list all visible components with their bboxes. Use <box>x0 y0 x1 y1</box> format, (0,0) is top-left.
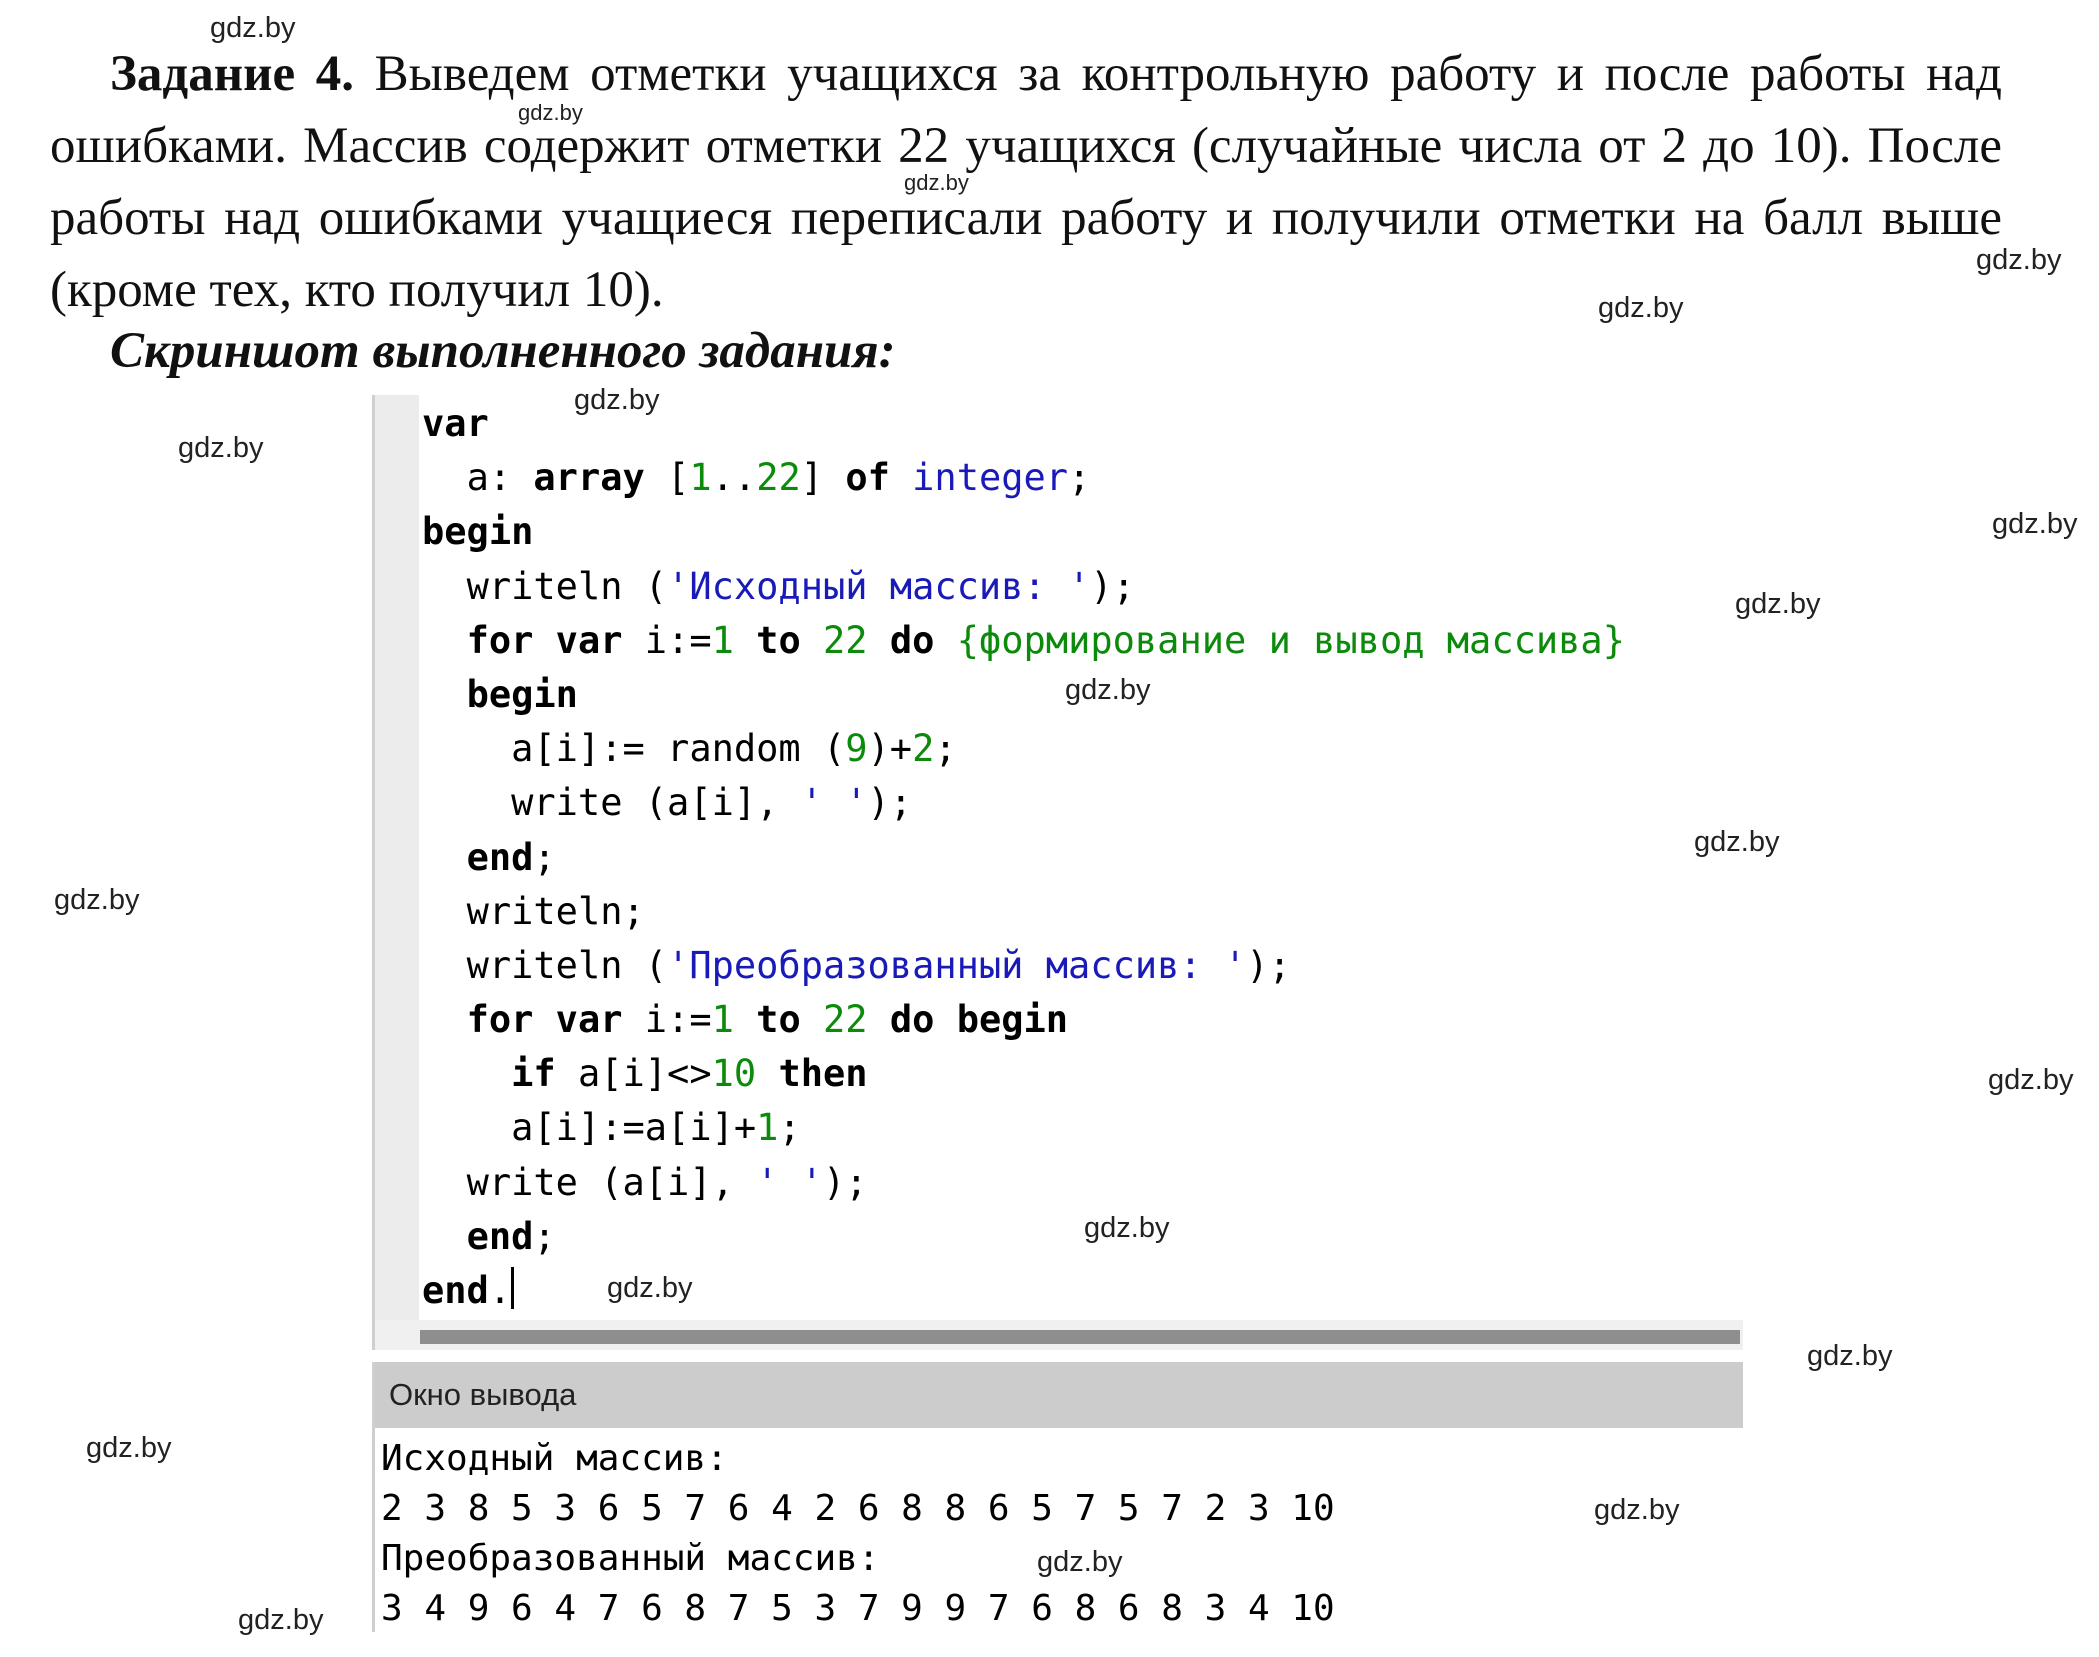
watermark: gdz.by <box>1594 1494 1680 1526</box>
code-line-3: begin <box>422 510 534 554</box>
output-line-3: Преобразованный массив: <box>381 1538 880 1579</box>
output-line-2: 2 3 8 5 3 6 5 7 6 4 2 6 8 8 6 5 7 5 7 2 … <box>381 1488 1335 1529</box>
code-line-17: end. <box>422 1264 1625 1318</box>
code-text[interactable]: var a: array [1..22] of integer; begin wr… <box>422 397 1625 1318</box>
output-window-header: Окно вывода <box>375 1362 1743 1428</box>
code-line-11: writeln ('Преобразованный массив: '); <box>466 943 1291 987</box>
watermark: gdz.by <box>238 1604 324 1636</box>
watermark: gdz.by <box>1988 1064 2074 1096</box>
watermark: gdz.by <box>178 432 264 464</box>
watermark: gdz.by <box>1037 1546 1123 1578</box>
watermark: gdz.by <box>1084 1212 1170 1244</box>
watermark: gdz.by <box>1598 292 1684 324</box>
code-line-10: writeln; <box>466 889 645 933</box>
code-line-12: for var i:=1 to 22 do begin <box>466 998 1069 1042</box>
code-line-9: end; <box>466 835 556 879</box>
watermark: gdz.by <box>607 1272 693 1304</box>
watermark: gdz.by <box>1807 1340 1893 1372</box>
code-line-6: begin <box>466 672 578 716</box>
output-line-4: 3 4 9 6 4 7 6 8 7 5 3 7 9 9 7 6 8 6 8 3 … <box>381 1588 1335 1629</box>
watermark: gdz.by <box>1976 244 2062 276</box>
watermark: gdz.by <box>518 100 583 125</box>
code-line-16: end; <box>466 1214 556 1258</box>
watermark: gdz.by <box>86 1432 172 1464</box>
watermark: gdz.by <box>904 170 969 195</box>
editor-gutter <box>372 395 419 1320</box>
code-line-4: writeln ('Исходный массив: '); <box>466 564 1135 608</box>
output-window: Окно вывода Исходный массив: 2 3 8 5 3 6… <box>372 1362 1743 1632</box>
task-paragraph: Задание 4. Выведем отметки учащихся за к… <box>50 38 2002 326</box>
watermark: gdz.by <box>1992 508 2078 540</box>
watermark: gdz.by <box>210 12 296 44</box>
watermark: gdz.by <box>1694 826 1780 858</box>
text-cursor <box>511 1267 515 1309</box>
watermark: gdz.by <box>54 884 140 916</box>
code-line-14: a[i]:=a[i]+1; <box>511 1106 801 1150</box>
output-window-title: Окно вывода <box>389 1377 577 1412</box>
watermark: gdz.by <box>1065 674 1151 706</box>
code-line-5: for var i:=1 to 22 do {формирование и вы… <box>466 618 1625 662</box>
code-line-7: a[i]:= random (9)+2; <box>511 727 957 771</box>
code-line-13: if a[i]<>10 then <box>511 1052 868 1096</box>
code-line-8: write (a[i], ' '); <box>511 781 913 825</box>
task-number: Задание 4. <box>110 46 354 102</box>
watermark: gdz.by <box>1735 588 1821 620</box>
output-text: Исходный массив: 2 3 8 5 3 6 5 7 6 4 2 6… <box>381 1434 1335 1634</box>
code-editor[interactable]: var a: array [1..22] of integer; begin wr… <box>372 395 1743 1350</box>
screenshot-heading: Скриншот выполненного задания: <box>110 323 896 379</box>
code-line-15: write (a[i], ' '); <box>466 1160 868 1204</box>
code-line-2: a: array [1..22] of integer; <box>466 456 1091 500</box>
horizontal-scrollbar[interactable] <box>420 1330 1740 1344</box>
watermark: gdz.by <box>574 384 660 416</box>
output-line-1: Исходный массив: <box>381 1438 728 1479</box>
